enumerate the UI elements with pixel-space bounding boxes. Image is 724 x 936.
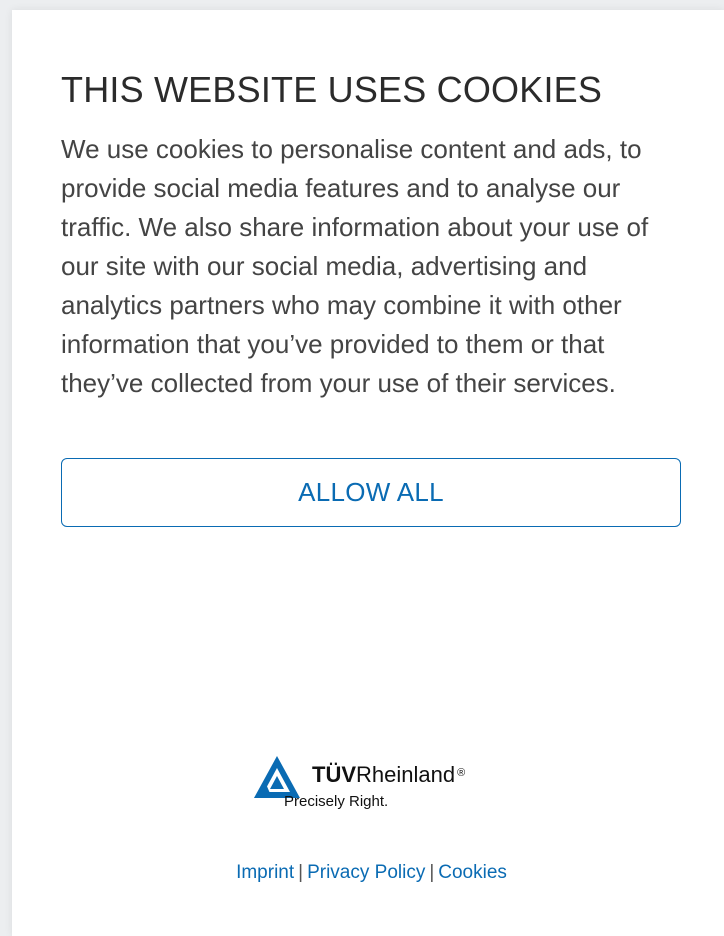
tuv-rheinland-logo: TÜVRheinland ® Precisely Right.: [252, 752, 502, 816]
brand-name-bold: TÜV: [312, 762, 356, 787]
footer-separator: |: [298, 862, 304, 883]
dialog-title: THIS WEBSITE USES COOKIES: [61, 69, 603, 110]
brand-name: TÜVRheinland ®: [312, 762, 465, 788]
imprint-link[interactable]: Imprint: [236, 862, 294, 883]
footer-separator: |: [429, 862, 435, 883]
dialog-body-text: We use cookies to personalise content an…: [61, 134, 649, 398]
footer-links: Imprint | Privacy Policy | Cookies: [12, 862, 724, 884]
registered-mark: ®: [457, 767, 466, 779]
cookies-link[interactable]: Cookies: [438, 862, 507, 883]
privacy-policy-link[interactable]: Privacy Policy: [307, 862, 425, 883]
cookie-consent-dialog: THIS WEBSITE USES COOKIES We use cookies…: [12, 10, 724, 936]
brand-name-regular: Rheinland: [356, 762, 456, 787]
allow-all-button[interactable]: ALLOW ALL: [61, 458, 681, 527]
brand-tagline: Precisely Right.: [284, 793, 389, 810]
